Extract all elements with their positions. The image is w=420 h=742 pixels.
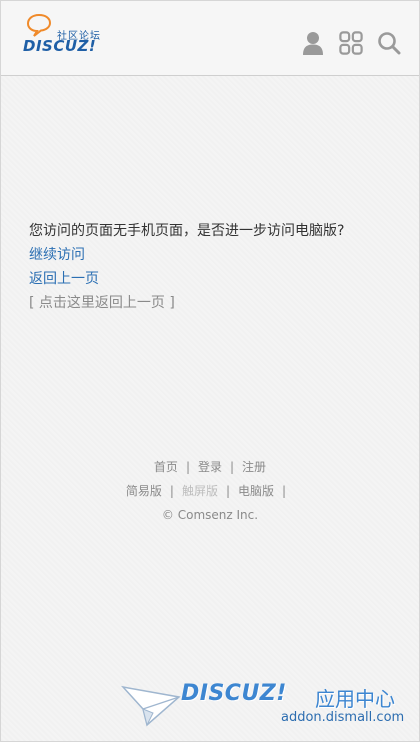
no-mobile-page-message: 您访问的页面无手机页面，是否进一步访问电脑版? xyxy=(29,223,345,239)
logo-en-text: DISCUZ! xyxy=(23,37,97,55)
copyright: © Comsenz Inc. xyxy=(161,508,259,522)
header-icons xyxy=(301,29,401,57)
click-here-back-link[interactable]: [ 点击这里返回上一页 ] xyxy=(29,291,399,315)
header: 社区论坛 DISCUZ! xyxy=(1,1,419,76)
footer-nav: 首页 | 登录 | 注册 xyxy=(1,455,419,479)
simple-version-link[interactable]: 简易版 xyxy=(126,484,162,498)
watermark: DISCUZ! 应用中心 addon.dismall.com xyxy=(121,677,411,733)
back-link[interactable]: 返回上一页 xyxy=(29,267,399,291)
pc-version-link[interactable]: 电脑版 xyxy=(238,484,274,498)
footer-separator: | xyxy=(225,484,231,498)
search-icon[interactable] xyxy=(377,30,401,56)
footer-versions: 简易版 | 触屏版 | 电脑版 | xyxy=(1,479,419,503)
continue-visit-link[interactable]: 继续访问 xyxy=(29,243,399,267)
watermark-brand: DISCUZ! xyxy=(181,681,287,706)
page-frame: 社区论坛 DISCUZ! 您访问的页面无手机页面，是否进一步访问电脑版? 继续访… xyxy=(0,0,420,742)
footer-home-link[interactable]: 首页 xyxy=(154,460,178,474)
apps-grid-icon[interactable] xyxy=(339,30,363,56)
user-icon[interactable] xyxy=(301,30,325,56)
footer-separator: | xyxy=(185,460,190,474)
footer: 首页 | 登录 | 注册 简易版 | 触屏版 | 电脑版 | © Comsenz Inc. xyxy=(1,455,419,527)
footer-register-link[interactable]: 注册 xyxy=(242,460,266,474)
chat-bubble-icon xyxy=(26,13,52,37)
notice-content: 您访问的页面无手机页面，是否进一步访问电脑版? 继续访问 返回上一页 [ 点击这… xyxy=(29,219,399,315)
footer-login-link[interactable]: 登录 xyxy=(198,460,222,474)
watermark-cn: 应用中心 xyxy=(315,687,395,711)
footer-separator: | xyxy=(282,484,287,498)
touch-version-link[interactable]: 触屏版 xyxy=(182,484,218,498)
paper-plane-icon xyxy=(121,685,181,727)
discuz-logo[interactable]: 社区论坛 DISCUZ! xyxy=(23,13,113,57)
footer-separator: | xyxy=(169,484,174,498)
footer-separator: | xyxy=(230,460,235,474)
watermark-url: addon.dismall.com xyxy=(281,710,405,725)
